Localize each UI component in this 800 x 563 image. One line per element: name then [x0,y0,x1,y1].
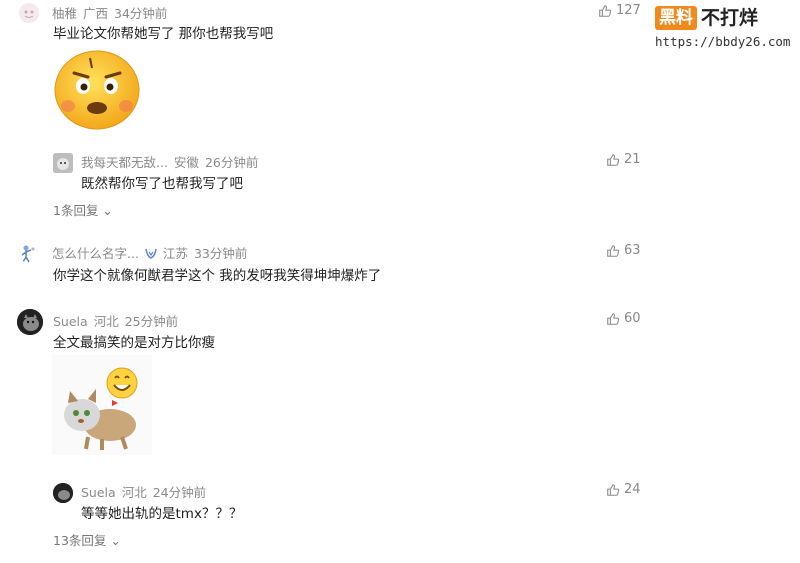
avatar[interactable] [19,243,39,263]
username[interactable]: Suela [81,485,116,500]
comment-meta: 柚稚 广西 34分钟前 [52,3,167,22]
like-count: 24 [624,482,641,497]
reply-text: 等等她出轨的是tmx？？？ [81,506,243,522]
comment-meta: Suela 河北 25分钟前 [53,311,178,330]
view-replies-link[interactable]: 13条回复 ⌄ [53,530,121,549]
comment-text: 你学这个就像何猷君学这个 我的发呀我笑得坤坤爆炸了 [53,268,382,284]
comment-text: 毕业论文你帮她写了 那你也帮我写吧 [53,26,274,42]
avatar[interactable] [53,153,73,173]
like-button[interactable]: 24 [606,482,641,497]
like-count: 127 [616,3,641,18]
watermark-text: 不打烊 [701,7,759,29]
avatar[interactable] [17,309,43,335]
thumbs-up-icon [607,483,620,496]
location: 江苏 [162,246,188,261]
thumbs-up-icon [607,312,620,325]
reply-meta: Suela 河北 24分钟前 [81,482,206,501]
reply-count: 1条回复 [53,203,99,218]
emoji-sticker-icon [54,50,140,130]
thumbs-up-icon [607,153,620,166]
like-count: 63 [624,243,641,258]
like-count: 21 [624,152,641,167]
thumbs-up-icon [607,244,620,257]
avatar[interactable] [53,483,73,503]
watermark-badge: 黑料 [655,6,697,30]
like-button[interactable]: 127 [598,3,641,18]
like-count: 60 [624,311,641,326]
comment-sticker-image[interactable] [52,48,142,132]
verified-badge-icon [145,248,157,259]
timestamp: 34分钟前 [114,6,168,21]
chevron-down-icon: ⌄ [98,203,113,218]
view-replies-link[interactable]: 1条回复 ⌄ [53,200,113,219]
comment-meta: 怎么什么名字... 江苏 33分钟前 [52,243,247,262]
location: 广西 [83,6,109,21]
comment-sticker-image[interactable] [52,355,152,455]
chevron-down-icon: ⌄ [106,533,121,548]
timestamp: 25分钟前 [124,314,179,329]
timestamp: 26分钟前 [204,155,259,170]
username[interactable]: 怎么什么名字... [52,246,139,261]
username[interactable]: 我每天都无敌... [81,155,168,170]
site-watermark: 黑料 不打烊 https://bbdy26.com [655,6,795,52]
thumbs-up-icon [599,4,612,17]
cat-sticker-icon [52,355,152,455]
like-button[interactable]: 63 [606,243,641,258]
reply-text: 既然帮你写了也帮我写了吧 [81,176,243,192]
location: 河北 [121,485,147,500]
avatar[interactable] [19,3,39,23]
timestamp: 33分钟前 [193,246,248,261]
timestamp: 24分钟前 [152,485,207,500]
comment-text: 全文最搞笑的是对方比你瘦 [53,335,215,351]
like-button[interactable]: 21 [606,152,641,167]
location: 安徽 [173,155,199,170]
username[interactable]: 柚稚 [52,6,77,21]
reply-count: 13条回复 [53,533,107,548]
watermark-url: https://bbdy26.com [655,34,791,49]
reply-meta: 我每天都无敌... 安徽 26分钟前 [81,152,258,171]
username[interactable]: Suela [53,314,88,329]
like-button[interactable]: 60 [606,311,641,326]
location: 河北 [93,314,119,329]
watermark-logo: 黑料 不打烊 [655,6,758,30]
